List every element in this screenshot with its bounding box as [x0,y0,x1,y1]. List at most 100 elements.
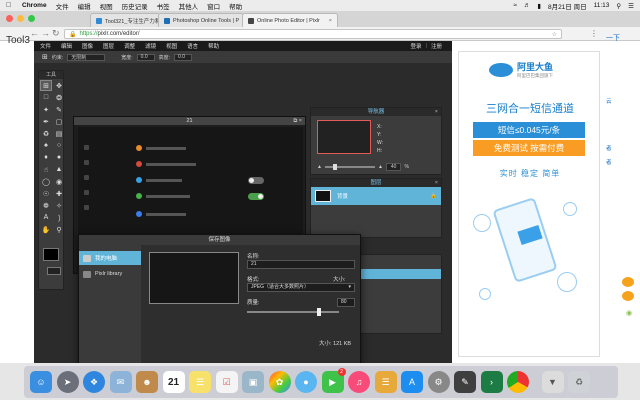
menu-app-name[interactable]: Chrome [22,2,47,9]
mail-icon[interactable]: ✉ [109,371,132,393]
text-tool-icon[interactable]: A [40,212,52,223]
menu-people[interactable]: 其他人 [179,1,199,11]
close-panel-icon[interactable]: × [435,179,438,187]
pixlr-menu-view[interactable]: 视图 [166,42,177,50]
window-resize-close-icon[interactable]: ⧉ × [293,117,302,125]
pixlr-menu-layer[interactable]: 图层 [103,42,114,50]
crop-tool-icon[interactable]: ⊞ [40,80,52,91]
width-input[interactable]: 0.0 [136,53,155,61]
side-link-text[interactable]: 者 [606,158,612,166]
sms-advertisement[interactable]: 阿里大鱼 阿里巴巴集团旗下 三网合一短信通道 短信≤0.045元/条 免费测试 … [458,51,600,357]
finder-icon[interactable]: ☺ [30,371,52,393]
photo-booth-icon[interactable]: ▣ [242,371,264,393]
apple-icon[interactable]:  [6,2,14,9]
burn-tool-icon[interactable]: ◉ [53,176,65,187]
marquee-tool-icon[interactable]: □ [40,92,52,103]
drop-tool-icon[interactable]: ♦ [40,152,52,163]
downloads-icon[interactable]: ▼ [541,371,564,393]
menu-help[interactable]: 帮助 [229,1,242,11]
navigator-thumbnail[interactable] [317,120,371,154]
weibo-icon[interactable] [622,291,634,301]
notes-icon[interactable]: ☰ [189,371,211,393]
android-icon[interactable]: ◉ [626,309,632,317]
tab-photoshop-tools[interactable]: Photoshop Online Tools | P × [158,13,244,27]
hand-tool-icon[interactable]: ✋ [40,224,52,235]
menu-history[interactable]: 历史记录 [122,1,148,11]
spot-heal-tool-icon[interactable]: ✚ [53,188,65,199]
close-window-icon[interactable] [6,15,13,22]
calendar-icon[interactable]: 21 [162,371,185,393]
close-tab-icon[interactable]: × [325,18,332,24]
terminal-icon[interactable]: › [480,371,503,393]
system-preferences-icon[interactable]: ⚙ [427,371,450,393]
side-link-text[interactable]: 者 [606,144,612,152]
sharpen-tool-icon[interactable]: ▲ [53,164,65,175]
chrome-menu-icon[interactable]: ⋮ [590,29,598,38]
wand-tool-icon[interactable]: ✦ [40,104,52,115]
bucket-tool-icon[interactable]: ♻ [40,128,52,139]
zoom-out-icon[interactable]: ▲ [317,164,322,170]
quality-slider-knob[interactable] [317,308,322,316]
layer-item[interactable]: 背景 🔒 [311,187,441,205]
pixlr-menu-language[interactable]: 语言 [187,42,198,50]
menubar-date[interactable]: 8月21日 周日 [548,1,587,11]
wifi-icon[interactable]: ≈ [513,2,517,9]
format-select[interactable]: JPEG（适合大多数照片） ▾ [247,283,355,292]
pixlr-menu-adjust[interactable]: 调整 [124,42,135,50]
zoom-value[interactable]: 40 [385,163,402,171]
height-input[interactable]: 0.0 [174,53,193,61]
zoom-tool-icon[interactable]: ⚲ [53,224,65,235]
reload-icon[interactable]: ↻ [52,28,60,39]
notification-center-icon[interactable]: ☰ [628,2,634,10]
pencil-tool-icon[interactable]: ✎ [53,104,65,115]
reminders-icon[interactable]: ☑ [215,371,238,393]
search-button-partial[interactable]: 一下 [606,33,620,43]
location-pixlr-library[interactable]: Pixlr library [79,267,141,281]
stamp-tool-icon[interactable]: ♠ [40,140,52,151]
smudge-tool-icon[interactable]: ☝ [40,164,52,175]
zoom-window-icon[interactable] [28,15,35,22]
eyedropper-tool-icon[interactable]: ❳ [53,212,65,223]
ibooks-icon[interactable]: ☰ [374,371,397,393]
volume-icon[interactable]: ♬ [524,2,531,9]
menu-window[interactable]: 窗口 [207,1,220,11]
lasso-tool-icon[interactable]: ❂ [53,92,65,103]
photos-icon[interactable]: ✿ [268,371,291,393]
tab-pixlr-editor[interactable]: Online Photo Editor | Pixlr × [242,13,338,27]
menu-view[interactable]: 视图 [100,1,113,11]
shape-tool-icon[interactable]: ○ [53,140,65,151]
redeye-tool-icon[interactable]: ☉ [40,188,52,199]
site-logo-text[interactable]: Tool3 [6,35,30,46]
constraint-select[interactable]: 无限制 [67,53,106,61]
pixlr-menu-image[interactable]: 图像 [82,42,93,50]
pixlr-menu-file[interactable]: 文件 [40,42,51,50]
itunes-icon[interactable]: ♫ [348,371,370,393]
forward-arrow-icon[interactable]: → [41,28,50,38]
foreground-color-swatch[interactable] [43,248,59,261]
bloat-tool-icon[interactable]: ❁ [40,200,52,211]
move-tool-icon[interactable]: ✥ [53,80,65,91]
login-link[interactable]: 登录 [411,42,422,50]
quality-slider[interactable] [247,308,339,316]
menu-edit[interactable]: 编辑 [78,1,91,11]
battery-icon[interactable]: ▮ [537,2,541,10]
eraser-tool-icon[interactable]: ▢ [53,116,65,127]
side-link-text[interactable]: 云 [606,97,612,105]
contacts-icon[interactable]: ☻ [136,371,158,393]
chrome-icon[interactable] [507,371,529,393]
bookmark-star-icon[interactable]: ☆ [552,31,557,38]
zoom-slider-knob[interactable] [332,164,337,170]
location-my-computer[interactable]: 我的电脑 [79,251,141,265]
close-panel-icon[interactable]: × [435,108,438,116]
menu-bookmarks[interactable]: 书签 [157,1,170,11]
background-color-swatch[interactable] [47,267,61,275]
zoom-slider[interactable] [324,164,375,170]
facetime-icon[interactable]: ▶ 2 [321,368,346,393]
image-window-titlebar[interactable]: 21 ⧉ × [74,117,305,125]
tab-tool321[interactable]: Tool321_专注生产力和效率 × [90,13,160,27]
menubar-time[interactable]: 11:13 [594,2,610,9]
spotlight-icon[interactable]: ⚲ [616,2,621,10]
gradient-tool-icon[interactable]: ▤ [53,128,65,139]
trash-icon[interactable]: ♻ [568,371,590,393]
launchpad-icon[interactable]: ➤ [56,371,79,393]
